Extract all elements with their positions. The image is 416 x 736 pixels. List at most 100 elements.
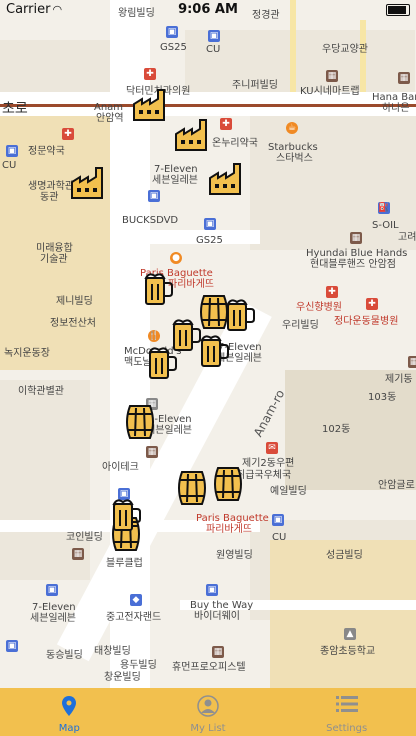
subway-line bbox=[0, 104, 416, 107]
map-label: GS25 bbox=[160, 42, 187, 53]
map-label: 하나은 bbox=[382, 103, 410, 114]
map-label: S-OIL bbox=[372, 220, 399, 231]
user-icon bbox=[197, 695, 219, 717]
barrel-marker[interactable] bbox=[122, 404, 158, 440]
map-label: Paris Baguette bbox=[196, 513, 269, 524]
map-view[interactable]: 왕림빌딩 정경관 GS25 CU 우당교양관 닥터민치과의원 주니퍼빌딩 KU시… bbox=[0, 0, 416, 688]
barrel-marker[interactable] bbox=[174, 470, 210, 506]
map-label: 중고전자랜드 bbox=[106, 612, 162, 623]
map-label: GS25 bbox=[196, 235, 223, 246]
map-label: BUCKSDVD bbox=[122, 215, 179, 226]
map-label: 정보전산처 bbox=[50, 318, 96, 329]
map-label: 제니빌딩 bbox=[56, 296, 93, 307]
map-label: 7-Eleven bbox=[32, 602, 76, 613]
map-label: 파리바게뜨 bbox=[206, 524, 252, 535]
factory-marker[interactable] bbox=[132, 86, 168, 122]
map-label: 우당교양관 bbox=[322, 44, 368, 55]
map-label: Anam bbox=[94, 102, 124, 113]
tab-settings[interactable]: Settings bbox=[277, 688, 416, 736]
map-label: 코인빌딩 bbox=[66, 532, 103, 543]
store-icon: ▣ bbox=[6, 145, 18, 157]
beer-mug-marker[interactable] bbox=[108, 496, 144, 532]
map-label: KU시네마트랩 bbox=[300, 86, 360, 97]
clock: 9:06 AM bbox=[178, 2, 238, 17]
gas-station-icon: ⛽ bbox=[378, 202, 390, 214]
map-label: 안암역 bbox=[96, 113, 124, 124]
factory-marker[interactable] bbox=[208, 160, 244, 196]
map-label: 예일빌딩 bbox=[270, 486, 307, 497]
map-label: Anam-ro bbox=[250, 387, 288, 440]
map-label: CU bbox=[206, 44, 221, 55]
building-icon: ▦ bbox=[398, 72, 410, 84]
map-label: 생명과학관 bbox=[28, 181, 74, 192]
map-label: 제기2동우편 bbox=[242, 458, 295, 469]
building-icon: ▦ bbox=[212, 646, 224, 658]
map-label: 바이더웨이 bbox=[194, 611, 240, 622]
map-label: 스타벅스 bbox=[276, 153, 313, 164]
map-label: Hyundai Blue Hands bbox=[306, 248, 408, 259]
map-label: 온누리약국 bbox=[212, 138, 258, 149]
station-label: 초로 bbox=[2, 101, 28, 117]
store-icon: ▣ bbox=[166, 26, 178, 38]
tab-label: Map bbox=[58, 723, 80, 734]
map-label: 미래융합 bbox=[36, 243, 73, 254]
building-icon: ▦ bbox=[408, 356, 416, 368]
map-label: 102동 bbox=[322, 424, 351, 435]
building-icon: ▦ bbox=[350, 232, 362, 244]
beer-mug-marker[interactable] bbox=[196, 332, 232, 368]
hospital-icon: ✚ bbox=[326, 286, 338, 298]
hospital-icon: ✚ bbox=[144, 68, 156, 80]
map-label: 태창빌딩 bbox=[94, 646, 131, 657]
pharmacy-icon: ✚ bbox=[220, 118, 232, 130]
tab-map[interactable]: Map bbox=[0, 688, 139, 736]
bakery-icon: ● bbox=[170, 252, 182, 264]
map-label: 창운빌딩 bbox=[104, 672, 141, 683]
map-label: 정다운동물병원 bbox=[334, 316, 399, 327]
map-label: Hana Bank bbox=[372, 92, 416, 103]
map-label: 제기동 bbox=[385, 374, 413, 385]
map-label: 세븐일레븐 bbox=[30, 613, 76, 624]
map-label: 정문약국 bbox=[28, 146, 65, 157]
shopping-icon: ◆ bbox=[130, 594, 142, 606]
map-label: 현대블루핸즈 안암점 bbox=[310, 259, 396, 270]
map-label: 이학관별관 bbox=[18, 386, 64, 397]
map-label: 우리빌딩 bbox=[282, 320, 319, 331]
map-label: 주니퍼빌딩 bbox=[232, 80, 278, 91]
map-label: 7-Eleven bbox=[154, 164, 198, 175]
tab-my-list[interactable]: My List bbox=[139, 688, 278, 736]
map-label: 휴먼프로오피스텔 bbox=[172, 662, 246, 673]
store-icon: ▣ bbox=[46, 584, 58, 596]
building-icon: ▦ bbox=[326, 70, 338, 82]
barrel-marker[interactable] bbox=[196, 294, 232, 330]
post-office-icon: ✉ bbox=[266, 442, 278, 454]
map-label: CU bbox=[2, 160, 17, 171]
map-label: 고려 bbox=[398, 232, 416, 243]
map-label: 용두빌딩 bbox=[120, 660, 157, 671]
pharmacy-icon: ✚ bbox=[62, 128, 74, 140]
barrel-marker[interactable] bbox=[210, 466, 246, 502]
beer-mug-marker[interactable] bbox=[140, 270, 176, 306]
building-icon: ▦ bbox=[72, 548, 84, 560]
map-label: 녹지운동장 bbox=[4, 348, 50, 359]
store-icon: ▣ bbox=[6, 640, 18, 652]
map-label: CU bbox=[272, 532, 287, 543]
store-icon: ▣ bbox=[272, 514, 284, 526]
store-icon: ▣ bbox=[206, 584, 218, 596]
map-label: 블루클럽 bbox=[106, 558, 143, 569]
map-label: 동관 bbox=[40, 192, 59, 203]
store-icon: ▣ bbox=[204, 218, 216, 230]
school-icon: ▲ bbox=[344, 628, 356, 640]
factory-marker[interactable] bbox=[174, 116, 210, 152]
store-icon: ▣ bbox=[208, 30, 220, 42]
cafe-icon: ☕ bbox=[286, 122, 298, 134]
map-label: 우신향병원 bbox=[296, 302, 342, 313]
map-pin-icon bbox=[62, 696, 77, 716]
tab-label: My List bbox=[190, 723, 226, 734]
map-label: Starbucks bbox=[268, 142, 318, 153]
beer-mug-marker[interactable] bbox=[144, 344, 180, 380]
status-bar: Carrier ◠ 9:06 AM bbox=[0, 0, 416, 20]
map-label: Buy the Way bbox=[190, 600, 254, 611]
factory-marker[interactable] bbox=[70, 164, 106, 200]
map-label: 세븐일레븐 bbox=[152, 175, 198, 186]
building-icon: ▦ bbox=[146, 446, 158, 458]
